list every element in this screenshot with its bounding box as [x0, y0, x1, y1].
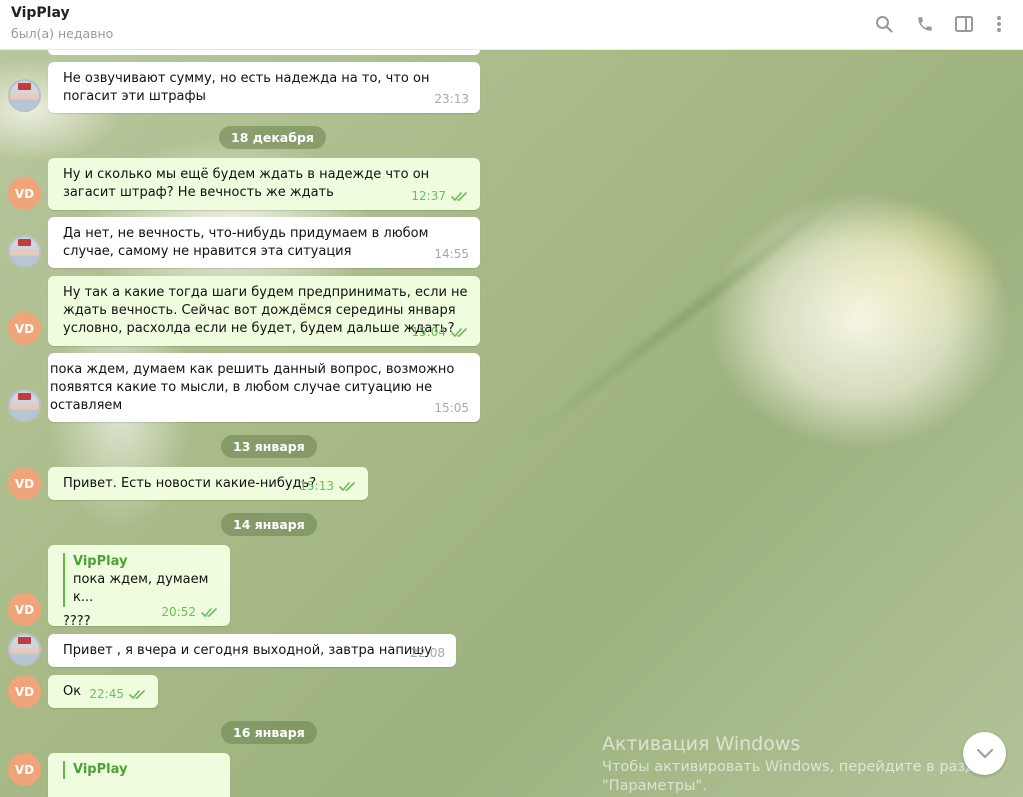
message-outgoing-reply[interactable]: VipPlay — [48, 753, 230, 797]
message-meta: 15:13 — [299, 477, 357, 495]
double-check-icon — [201, 607, 217, 617]
chevron-down-icon — [976, 748, 993, 759]
previous-message-edge — [48, 50, 480, 55]
message-meta: 15:05 — [434, 399, 469, 417]
vipplay-avatar[interactable] — [8, 235, 41, 268]
message-time: 12:37 — [411, 189, 446, 203]
double-check-icon — [339, 481, 355, 491]
vipplay-avatar[interactable] — [8, 79, 41, 112]
windows-activation-watermark: Активация Windows Чтобы активировать Win… — [602, 732, 993, 796]
message-outgoing[interactable]: Ну и сколько мы ещё будем ждать в надежд… — [48, 158, 480, 210]
double-check-icon — [451, 327, 467, 337]
vd-avatar[interactable]: VD — [8, 467, 41, 500]
message-meta: 12:37 — [411, 187, 469, 205]
message-incoming[interactable]: пока ждем, думаем как решить данный вопр… — [48, 353, 480, 422]
message-outgoing[interactable]: Привет. Есть новости какие-нибудь? 15:13 — [48, 467, 368, 500]
date-separator: 13 января — [221, 435, 317, 458]
message-text: Ну так а какие тогда шаги будем предприн… — [63, 285, 468, 336]
watermark-title: Активация Windows — [602, 733, 801, 755]
vd-avatar[interactable]: VD — [8, 593, 41, 626]
message-outgoing-reply[interactable]: VipPlay пока ждем, думаем к... ???? 20:5… — [48, 545, 230, 629]
message-incoming[interactable]: Не озвучивают сумму, но есть надежда на … — [48, 62, 480, 113]
reply-author: VipPlay — [73, 762, 128, 777]
reply-quote[interactable]: VipPlay пока ждем, думаем к... — [63, 553, 218, 607]
message-meta: 23:13 — [434, 90, 469, 108]
message-meta: 22:45 — [89, 685, 147, 703]
chat-header: VipPlay был(а) недавно — [0, 0, 1023, 50]
vipplay-avatar[interactable] — [8, 633, 41, 666]
double-check-icon — [451, 191, 467, 201]
message-incoming[interactable]: Да нет, не вечность, что-нибудь придумае… — [48, 217, 480, 268]
message-text: пока ждем, думаем как решить данный вопр… — [50, 362, 455, 413]
scroll-down-button[interactable] — [963, 732, 1006, 775]
message-text: Ну и сколько мы ещё будем ждать в надежд… — [63, 167, 430, 200]
watermark-text: Чтобы активировать Windows, перейдите в … — [602, 759, 994, 775]
message-meta: 22:08 — [410, 644, 445, 662]
message-text: Не озвучивают сумму, но есть надежда на … — [63, 71, 430, 104]
message-outgoing[interactable]: Ок 22:45 — [48, 675, 158, 708]
message-time: 23:13 — [434, 92, 469, 106]
reply-author: VipPlay — [73, 554, 128, 569]
reply-text: пока ждем, думаем к... — [73, 572, 209, 605]
message-time: 15:04 — [411, 325, 446, 339]
date-separator: 16 января — [221, 721, 317, 744]
more-icon[interactable] — [988, 13, 1010, 35]
vipplay-avatar[interactable] — [8, 389, 41, 422]
chat-status: был(а) недавно — [11, 26, 114, 41]
message-text: Да нет, не вечность, что-нибудь придумае… — [63, 226, 429, 259]
message-meta: 15:04 — [411, 323, 469, 341]
message-time: 14:55 — [434, 247, 469, 261]
message-meta: 14:55 — [434, 245, 469, 263]
sidebar-icon[interactable] — [953, 13, 975, 35]
message-text: Привет , я вчера и сегодня выходной, зав… — [63, 643, 432, 658]
date-separator: 14 января — [221, 513, 317, 536]
reply-quote[interactable]: VipPlay — [63, 761, 218, 779]
chat-title[interactable]: VipPlay — [11, 5, 70, 21]
message-meta: 20:52 — [161, 603, 219, 621]
message-time: 15:13 — [299, 479, 334, 493]
date-separator: 18 декабря — [219, 126, 326, 149]
message-time: 22:45 — [89, 687, 124, 701]
vd-avatar[interactable]: VD — [8, 177, 41, 210]
double-check-icon — [129, 689, 145, 699]
message-incoming[interactable]: Привет , я вчера и сегодня выходной, зав… — [48, 634, 456, 667]
message-time: 20:52 — [161, 605, 196, 619]
message-time: 22:08 — [410, 646, 445, 660]
message-outgoing[interactable]: Ну так а какие тогда шаги будем предприн… — [48, 276, 480, 346]
message-time: 15:05 — [434, 401, 469, 415]
phone-icon[interactable] — [914, 13, 936, 35]
vd-avatar[interactable]: VD — [8, 753, 41, 786]
search-icon[interactable] — [873, 13, 895, 35]
watermark-text-2: "Параметры". — [602, 778, 707, 794]
vd-avatar[interactable]: VD — [8, 312, 41, 345]
vd-avatar[interactable]: VD — [8, 675, 41, 708]
